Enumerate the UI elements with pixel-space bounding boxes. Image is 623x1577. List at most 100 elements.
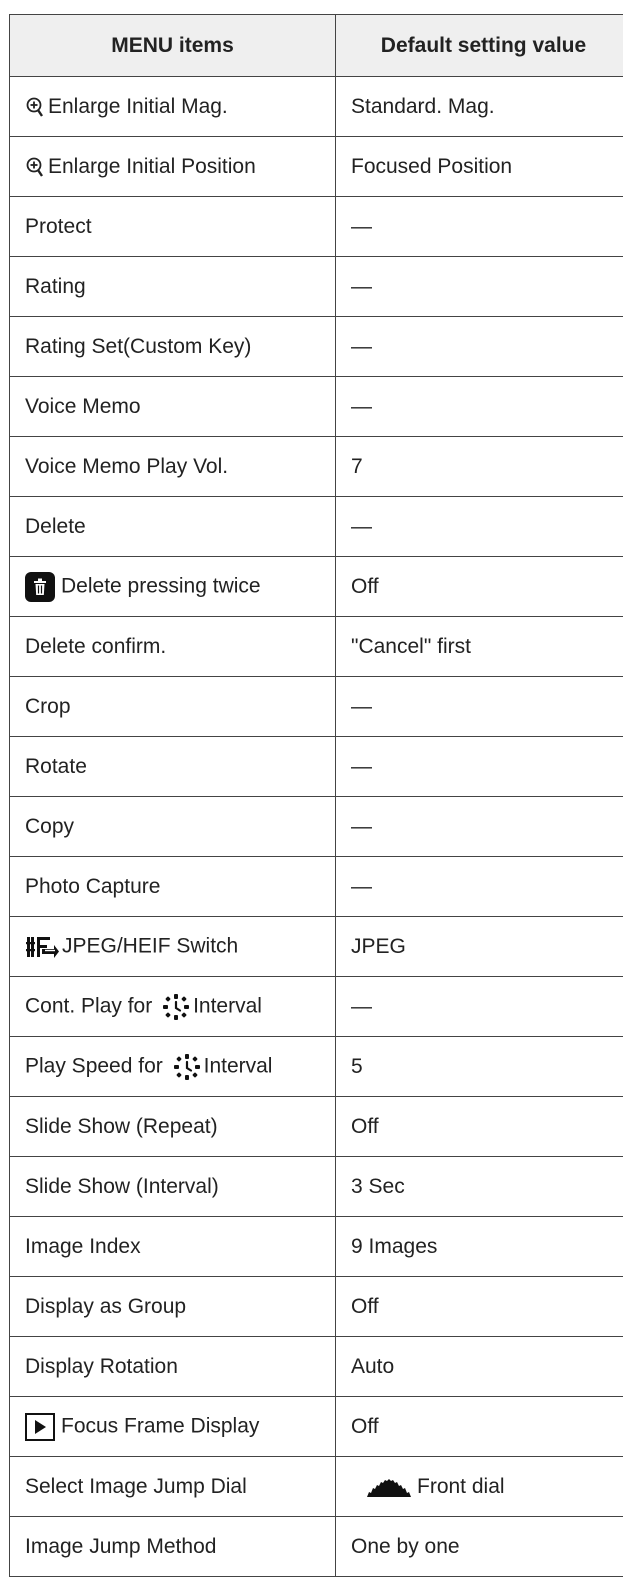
- menu-defaults-table: MENU items Default setting value Enlarge…: [9, 14, 623, 1577]
- interval-icon: [162, 993, 190, 1021]
- table-row: Image Index 9 Images: [10, 1217, 623, 1277]
- default-value-label: —: [351, 755, 372, 778]
- menu-item-cell: Display Rotation: [10, 1337, 336, 1397]
- table-row: Rating Set(Custom Key) —: [10, 317, 623, 377]
- default-value-cell: —: [336, 317, 623, 377]
- table-row: JPEG/HEIF Switch JPEG: [10, 917, 623, 977]
- menu-item-label: Voice Memo: [25, 395, 141, 418]
- menu-item-cell: Copy: [10, 797, 336, 857]
- table-row: Rotate —: [10, 737, 623, 797]
- default-value-label: One by one: [351, 1535, 460, 1558]
- default-value-label: "Cancel" first: [351, 635, 471, 658]
- default-value-label: —: [351, 215, 372, 238]
- default-value-label: —: [351, 515, 372, 538]
- column-header-default-value: Default setting value: [336, 15, 623, 77]
- menu-item-cell: Delete pressing twice: [10, 557, 336, 617]
- menu-item-label: Rating Set(Custom Key): [25, 335, 251, 358]
- menu-item-label: Protect: [25, 215, 92, 238]
- table-row: Slide Show (Repeat) Off: [10, 1097, 623, 1157]
- menu-item-label: Image Jump Method: [25, 1535, 216, 1558]
- menu-item-label: Display Rotation: [25, 1355, 178, 1378]
- table-row: Voice Memo —: [10, 377, 623, 437]
- table-row: Slide Show (Interval) 3 Sec: [10, 1157, 623, 1217]
- menu-item-cell: Image Jump Method: [10, 1517, 336, 1577]
- table-row: Protect —: [10, 197, 623, 257]
- menu-item-cell: Rating Set(Custom Key): [10, 317, 336, 377]
- default-value-label: —: [351, 875, 372, 898]
- table-row: Delete —: [10, 497, 623, 557]
- interval-icon: [173, 1053, 201, 1081]
- column-header-menu-items: MENU items: [10, 15, 336, 77]
- default-value-label: Focused Position: [351, 155, 512, 178]
- menu-item-label: Slide Show (Repeat): [25, 1115, 218, 1138]
- menu-item-cell: Image Index: [10, 1217, 336, 1277]
- default-value-cell: 9 Images: [336, 1217, 623, 1277]
- table-row: Display as GroupOff: [10, 1277, 623, 1337]
- default-value-label: —: [351, 995, 372, 1018]
- default-value-cell: JPEG: [336, 917, 623, 977]
- table-row: Image Jump Method One by one: [10, 1517, 623, 1577]
- table-row: Enlarge Initial Mag. Standard. Mag.: [10, 77, 623, 137]
- menu-item-cell: Photo Capture: [10, 857, 336, 917]
- default-value-cell: 5: [336, 1037, 623, 1097]
- table-row: Rating—: [10, 257, 623, 317]
- default-value-label: Off: [351, 1115, 379, 1138]
- menu-item-label: Rotate: [25, 755, 87, 778]
- menu-item-cell: Slide Show (Interval): [10, 1157, 336, 1217]
- menu-item-label: Delete: [25, 515, 86, 538]
- menu-item-label: JPEG/HEIF Switch: [62, 934, 238, 957]
- playback-icon: [25, 1413, 55, 1441]
- default-value-label: Standard. Mag.: [351, 95, 495, 118]
- menu-item-label: Enlarge Initial Position: [48, 155, 256, 178]
- default-value-label: JPEG: [351, 935, 406, 958]
- table-row: Select Image Jump Dial Front dial: [10, 1457, 623, 1517]
- menu-item-label: Slide Show (Interval): [25, 1175, 219, 1198]
- default-value-label: —: [351, 395, 372, 418]
- default-value-label: Front dial: [417, 1475, 505, 1498]
- default-value-cell: —: [336, 677, 623, 737]
- menu-item-cell: Slide Show (Repeat): [10, 1097, 336, 1157]
- default-value-label: Off: [351, 1415, 379, 1438]
- menu-item-cell: Delete: [10, 497, 336, 557]
- default-value-cell: —: [336, 977, 623, 1037]
- menu-item-cell: Rotate: [10, 737, 336, 797]
- menu-item-label: Crop: [25, 695, 71, 718]
- table-row: Delete confirm. "Cancel" first: [10, 617, 623, 677]
- menu-item-cell: Crop: [10, 677, 336, 737]
- menu-item-label: Enlarge Initial Mag.: [48, 95, 228, 118]
- menu-item-cell: Enlarge Initial Mag.: [10, 77, 336, 137]
- menu-item-cell: Rating: [10, 257, 336, 317]
- menu-item-cell: JPEG/HEIF Switch: [10, 917, 336, 977]
- menu-item-cell: Display as Group: [10, 1277, 336, 1337]
- menu-item-cell: Delete confirm.: [10, 617, 336, 677]
- menu-item-label-prefix: Play Speed for: [25, 1054, 163, 1077]
- default-value-label: 3 Sec: [351, 1175, 405, 1198]
- menu-item-label: Image Index: [25, 1235, 141, 1258]
- default-value-label: 9 Images: [351, 1235, 437, 1258]
- default-value-label: —: [351, 815, 372, 838]
- menu-item-cell: Protect: [10, 197, 336, 257]
- menu-item-label: Delete confirm.: [25, 635, 166, 658]
- default-value-label: —: [351, 335, 372, 358]
- default-value-cell: Focused Position: [336, 137, 623, 197]
- default-value-label: Off: [351, 575, 379, 598]
- default-value-label: 7: [351, 455, 363, 478]
- default-value-cell: —: [336, 497, 623, 557]
- default-value-label: Auto: [351, 1355, 394, 1378]
- default-value-cell: Off: [336, 1097, 623, 1157]
- menu-item-label: Copy: [25, 815, 74, 838]
- default-value-cell: Front dial: [336, 1457, 623, 1517]
- table-row: Display Rotation Auto: [10, 1337, 623, 1397]
- menu-item-label: Delete pressing twice: [61, 574, 261, 597]
- menu-item-cell: Focus Frame Display: [10, 1397, 336, 1457]
- table-row: Play Speed for Interval 5: [10, 1037, 623, 1097]
- default-value-cell: Off: [336, 1397, 623, 1457]
- default-value-cell: Off: [336, 557, 623, 617]
- menu-item-cell: Play Speed for Interval: [10, 1037, 336, 1097]
- table-row: Delete pressing twice Off: [10, 557, 623, 617]
- front-dial-icon: [365, 1476, 411, 1498]
- default-value-cell: One by one: [336, 1517, 623, 1577]
- menu-item-cell: Select Image Jump Dial: [10, 1457, 336, 1517]
- default-value-cell: "Cancel" first: [336, 617, 623, 677]
- default-value-label: 5: [351, 1055, 363, 1078]
